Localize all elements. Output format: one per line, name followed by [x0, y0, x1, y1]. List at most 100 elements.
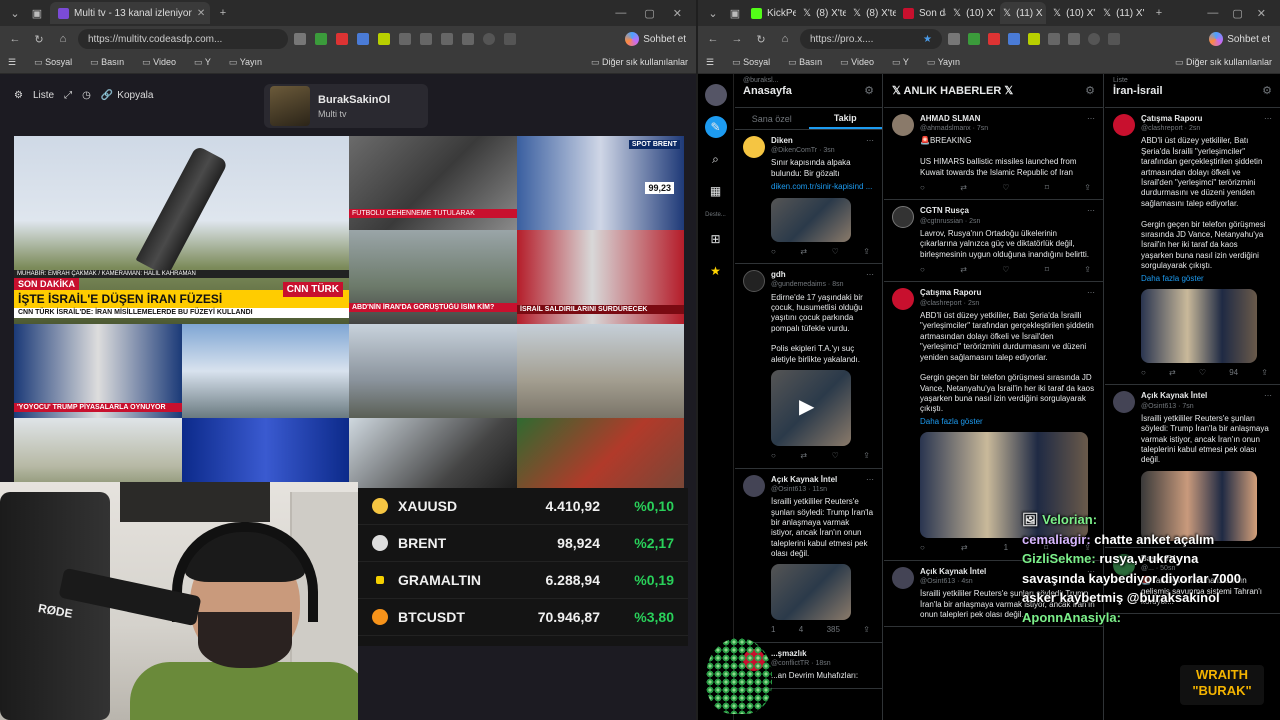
tweet[interactable]: ⋯ gdh @gundemedaims · 8sn Edirne'de 17 y… — [735, 264, 882, 469]
maximize-icon[interactable]: ▢ — [1232, 7, 1242, 20]
reload-icon[interactable]: ↻ — [752, 33, 770, 46]
account-avatar[interactable] — [704, 84, 727, 106]
like-icon[interactable]: ♡ — [1199, 368, 1206, 378]
retweet-icon[interactable]: ⇄ — [800, 451, 807, 461]
menu-icon[interactable] — [504, 33, 516, 45]
retweet-count[interactable]: 4 — [799, 625, 803, 635]
tweet[interactable]: ⋯ Açık Kaynak İntel @Osint613 · 11sn İsr… — [735, 469, 882, 643]
add-column-icon[interactable]: ⊞ — [705, 228, 727, 250]
tab[interactable]: 𝕏 (10) X' — [1050, 2, 1096, 24]
like-icon[interactable]: ♡ — [1002, 183, 1009, 193]
back-icon[interactable]: ← — [6, 33, 24, 45]
workspaces-icon[interactable]: ▣ — [28, 7, 46, 20]
tweet[interactable]: ⋯ CGTN Rusça @cgtnrussian · 2sn Lavrov, … — [884, 200, 1103, 283]
more-icon[interactable]: ⋯ — [1087, 288, 1095, 298]
favorites-icon[interactable] — [441, 33, 453, 45]
collections-icon[interactable] — [1068, 33, 1080, 45]
chevron-down-icon[interactable]: ⌄ — [704, 7, 722, 20]
favorites-menu-icon[interactable]: ☰ — [8, 57, 16, 68]
tweet-media[interactable] — [771, 564, 851, 621]
tab-following[interactable]: Takip — [808, 108, 882, 129]
menu-icon[interactable] — [1108, 33, 1120, 45]
deck-icon[interactable]: ▦ — [705, 180, 727, 202]
reload-icon[interactable]: ↻ — [30, 33, 48, 46]
tab-for-you[interactable]: Sana özel — [735, 108, 809, 129]
share-icon[interactable]: ⇪ — [1261, 368, 1268, 378]
extension-icon[interactable] — [315, 33, 327, 45]
like-icon[interactable]: ♡ — [832, 451, 839, 461]
share-icon[interactable]: ⇪ — [863, 247, 870, 257]
gear-icon[interactable]: ⚙ — [864, 84, 874, 97]
retweet-icon[interactable]: ⇄ — [1169, 368, 1176, 378]
like-icon[interactable]: ♡ — [1002, 265, 1009, 275]
new-tab-icon[interactable]: + — [1150, 7, 1168, 19]
tab[interactable]: 𝕏 (10) X' — [950, 2, 996, 24]
star-icon[interactable]: ★ — [705, 260, 727, 282]
tv-tile-2[interactable]: FUTBOLU CEHENNEME TUTULARAK — [349, 136, 517, 230]
like-count[interactable]: 1 — [1004, 543, 1008, 553]
close-window-icon[interactable]: ✕ — [673, 7, 682, 20]
extension-icon[interactable] — [378, 33, 390, 45]
reply-icon[interactable]: ○ — [920, 543, 925, 553]
url-field[interactable]: https://multitv.codeasdp.com... — [78, 29, 288, 49]
extension-icon[interactable] — [399, 33, 411, 45]
extension-icon[interactable] — [1008, 33, 1020, 45]
more-icon[interactable]: ⋯ — [1087, 206, 1095, 216]
compose-icon[interactable]: ✎ — [704, 116, 727, 138]
settings-icon[interactable]: ⚙ — [14, 90, 23, 101]
fav-folder-sosyal[interactable]: Sosyal — [732, 57, 770, 68]
show-more-link[interactable]: Daha fazla göster — [1141, 274, 1272, 284]
minimize-icon[interactable]: — — [1207, 7, 1218, 20]
fav-folder-video[interactable]: Video — [142, 57, 176, 68]
fav-other[interactable]: Diğer sık kullanılanlar — [591, 57, 688, 68]
workspaces-icon[interactable]: ▣ — [726, 7, 744, 20]
fav-folder-basin[interactable]: Basın — [90, 57, 124, 68]
tweet-link[interactable]: diken.com.tr/sinir-kapisind ... — [771, 182, 874, 192]
home-icon[interactable]: ⌂ — [54, 33, 72, 45]
more-icon[interactable]: ⋯ — [1264, 114, 1272, 124]
url-field[interactable]: https://pro.x.... ★ — [800, 29, 942, 49]
tv-tile-3[interactable]: SPOT BRENT 99,23 — [517, 136, 684, 230]
profile-avatar[interactable] — [483, 33, 495, 45]
favorites-menu-icon[interactable]: ☰ — [706, 57, 714, 68]
gear-icon[interactable]: ⚙ — [1085, 84, 1095, 97]
tab[interactable]: 𝕏 (8) X'te — [800, 2, 846, 24]
more-icon[interactable]: ⋯ — [1087, 114, 1095, 124]
collections-icon[interactable] — [462, 33, 474, 45]
forward-icon[interactable]: → — [728, 33, 746, 45]
more-icon[interactable]: ⋯ — [1264, 391, 1272, 401]
tab[interactable]: Son da — [900, 2, 946, 24]
reply-icon[interactable]: ○ — [1141, 368, 1146, 378]
tweet-media[interactable] — [771, 197, 851, 242]
tv-tile-8[interactable] — [182, 324, 349, 418]
tweet-video[interactable]: ▶ — [771, 370, 851, 447]
like-count[interactable]: 385 — [827, 625, 840, 635]
share-icon[interactable]: ⇪ — [1084, 183, 1091, 193]
star-icon[interactable]: ★ — [923, 34, 932, 45]
close-icon[interactable]: ✕ — [197, 8, 205, 19]
tweet[interactable]: ⋯ Çatışma Raporu @clashreport · 2sn ABD'… — [1105, 108, 1280, 386]
more-icon[interactable]: ⋯ — [866, 475, 874, 485]
show-more-link[interactable]: Daha fazla göster — [920, 417, 1095, 427]
fav-folder-sosyal[interactable]: Sosyal — [34, 57, 72, 68]
reply-icon[interactable]: ○ — [920, 265, 925, 275]
tv-tile-6[interactable]: İSRAİL SALDIRILARINI SÜRDÜRECEK — [517, 230, 684, 324]
more-icon[interactable]: ⋯ — [866, 136, 874, 146]
close-window-icon[interactable]: ✕ — [1257, 7, 1266, 20]
fullscreen-icon[interactable]: ⤢ — [64, 90, 72, 101]
play-icon[interactable]: ▶ — [799, 394, 814, 420]
back-icon[interactable]: ← — [704, 33, 722, 45]
reply-count[interactable]: 1 — [771, 625, 775, 635]
copilot-chat-button[interactable]: Sohbet et — [1209, 32, 1274, 46]
retweet-icon[interactable]: ⇄ — [960, 265, 967, 275]
tab-active[interactable]: 𝕏 (11) X — [1000, 2, 1046, 24]
home-icon[interactable]: ⌂ — [776, 33, 794, 45]
extension-icon[interactable] — [357, 33, 369, 45]
chevron-down-icon[interactable]: ⌄ — [6, 7, 24, 20]
tv-tile-10[interactable] — [517, 324, 684, 418]
more-icon[interactable]: ⋯ — [866, 270, 874, 280]
new-tab-icon[interactable]: + — [214, 7, 232, 19]
fav-folder-y[interactable]: Y — [892, 57, 909, 68]
tweet[interactable]: ⋯ AHMAD SLMAN @ahmadslmanx · 7sn 🚨BREAKI… — [884, 108, 1103, 201]
fav-folder-yayin[interactable]: Yayın — [229, 57, 262, 68]
